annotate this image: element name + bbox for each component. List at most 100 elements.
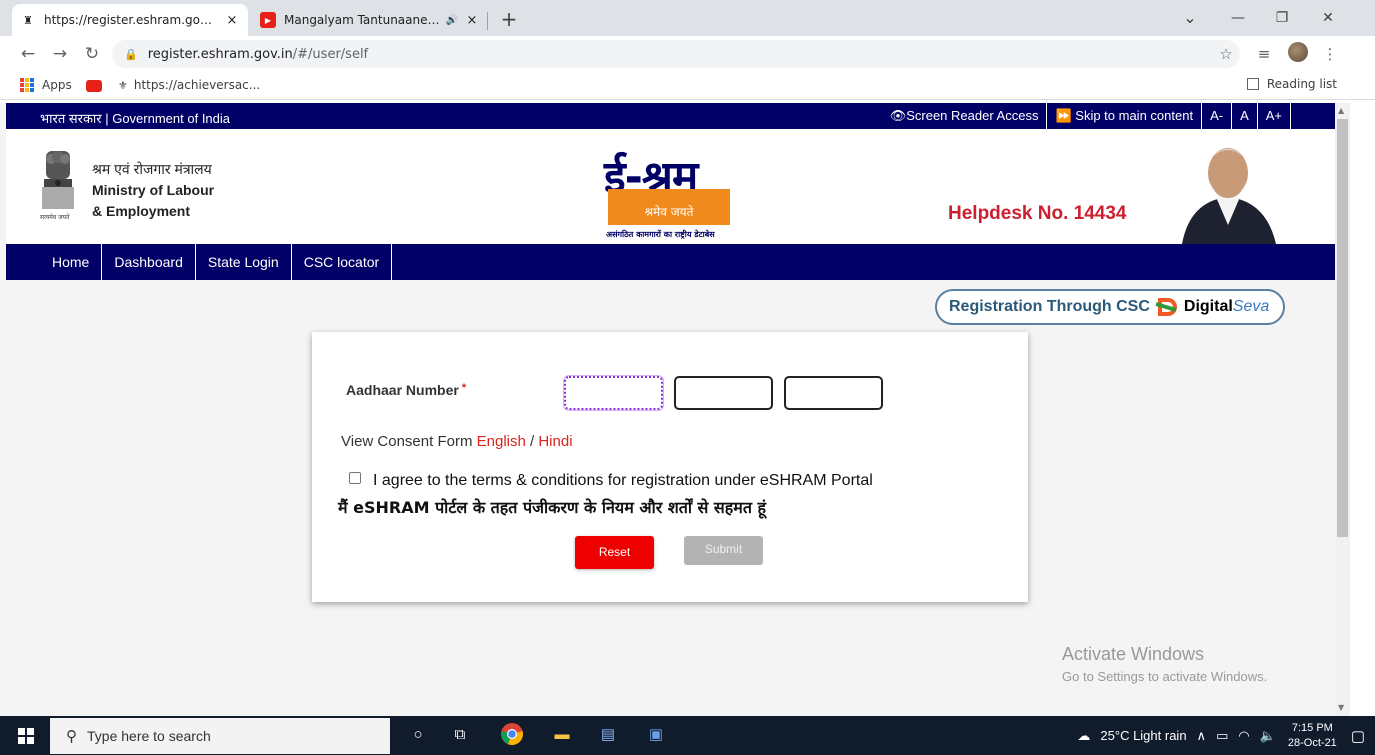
bookmark-label: https://achieversac... (133, 78, 261, 92)
nav-csc-locator[interactable]: CSC locator (292, 244, 393, 280)
bookmark-achievers[interactable]: ⚜ https://achieversac... (118, 78, 260, 92)
volume-icon[interactable]: 🔈 (1260, 728, 1276, 744)
tab-divider (487, 12, 488, 30)
network-icon[interactable]: ▭ (1216, 728, 1228, 744)
close-window-button[interactable]: ✕ (1308, 4, 1348, 32)
tab-youtube[interactable]: ▶ Mangalyam Tantunaanena | 🔊 × (252, 4, 488, 36)
consent-separator: / (530, 433, 535, 450)
gov-of-india-label: भारत सरकार | Government of India (40, 111, 231, 126)
restore-button[interactable]: ❐ (1262, 4, 1302, 32)
pm-portrait-image (1164, 139, 1292, 244)
scroll-up-icon[interactable]: ▲ (1338, 106, 1344, 115)
audio-playing-icon[interactable]: 🔊 (446, 15, 458, 26)
csc-registration-button[interactable]: Registration Through CSC Digital Seva (935, 289, 1285, 325)
scroll-down-icon[interactable]: ▼ (1338, 703, 1344, 712)
address-bar[interactable]: 🔒 register.eshram.gov.in/#/user/self (112, 40, 1240, 68)
tab-close-icon[interactable]: × (464, 13, 480, 28)
tab-title: Mangalyam Tantunaanena | (284, 13, 442, 27)
minimize-button[interactable]: — (1218, 4, 1258, 32)
bookmark-youtube[interactable] (86, 80, 102, 92)
chrome-taskbar-icon[interactable] (500, 722, 524, 746)
wifi-icon[interactable]: ◠ (1238, 728, 1249, 744)
taskbar-search-box[interactable]: ⚲ Type here to search (50, 718, 390, 754)
logo-subtitle: असंगठित कामगारों का राष्ट्रीय डेटाबेस (606, 230, 715, 239)
gov-topbar: भारत सरकार | Government of India 👁Screen… (6, 103, 1335, 129)
registration-form-card: Aadhaar Number * View Consent Form Englis… (312, 332, 1028, 602)
aadhaar-label: Aadhaar Number * (346, 382, 466, 398)
tray-expand-icon[interactable]: ∧ (1197, 728, 1207, 744)
font-normal-button[interactable]: A (1231, 103, 1257, 129)
tab-search-icon[interactable]: ⌄ (1170, 4, 1210, 32)
reload-icon[interactable]: ↻ (80, 42, 104, 66)
url-path: /#/user/self (292, 46, 369, 62)
file-explorer-icon[interactable]: ▬ (550, 723, 574, 747)
windows-start-icon[interactable] (18, 728, 34, 744)
aadhaar-input-2[interactable] (674, 376, 773, 410)
reading-list-button[interactable]: Reading list (1246, 77, 1337, 91)
aadhaar-input-3[interactable] (784, 376, 883, 410)
emblem-motto: सत्यमेव जयते (40, 213, 70, 221)
font-increase-button[interactable]: A+ (1256, 103, 1291, 129)
taskbar-search-placeholder: Type here to search (87, 728, 211, 744)
consent-english-link[interactable]: English (477, 433, 526, 450)
media-queue-icon[interactable]: ≡ (1254, 44, 1274, 64)
bookmark-star-icon[interactable]: ☆ (1216, 44, 1236, 64)
font-decrease-button[interactable]: A- (1201, 103, 1231, 129)
cortana-icon[interactable]: ○ (406, 723, 430, 747)
page-scrollbar[interactable]: ▲ ▼ (1335, 103, 1350, 716)
ministry-name-hindi: श्रम एवं रोजगार मंत्रालय (92, 161, 212, 177)
aadhaar-input-1[interactable] (564, 376, 663, 410)
forward-arrow-icon[interactable]: → (48, 42, 72, 66)
page-viewport: भारत सरकार | Government of India 👁Screen… (0, 103, 1350, 716)
notifications-icon[interactable]: ▢ (1351, 727, 1365, 745)
youtube-favicon-icon: ▶ (260, 12, 276, 28)
terms-checkbox[interactable] (349, 472, 361, 484)
url-host: register.eshram.gov.in (147, 46, 293, 62)
helpdesk-number: Helpdesk No. 14434 (948, 203, 1127, 224)
nav-dashboard[interactable]: Dashboard (102, 244, 196, 280)
bookmark-apps[interactable]: Apps (20, 78, 72, 92)
bookmark-label: Apps (42, 78, 72, 92)
browser-toolbar: ← → ↻ 🔒 register.eshram.gov.in/#/user/se… (0, 36, 1375, 72)
terms-agreement: I agree to the terms & conditions for re… (349, 472, 873, 490)
reading-list-label: Reading list (1266, 77, 1337, 91)
emblem-favicon-icon: ♜ (23, 13, 33, 27)
eshram-logo[interactable]: ई-श्रम श्रमेव जयते असंगठित कामगारों का र… (602, 145, 738, 245)
tab-close-icon[interactable]: × (224, 13, 240, 28)
accessibility-links: 👁Screen Reader Access ⏩ Skip to main con… (882, 103, 1291, 129)
weather-icon[interactable]: ☁ (1077, 728, 1090, 744)
nav-home[interactable]: Home (40, 244, 103, 280)
profile-avatar[interactable] (1288, 42, 1308, 62)
ministry-name-en-line2: & Employment (92, 203, 191, 219)
bookmarks-bar: Apps ⚜ https://achieversac... Reading li… (0, 72, 1375, 100)
tab-eshram[interactable]: ♜ https://register.eshram.gov.in/#/ × (12, 4, 248, 36)
national-emblem-icon: सत्यमेव जयते (40, 151, 74, 221)
aadhaar-label-text: Aadhaar Number (346, 382, 459, 398)
logo-tagline: श्रमेव जयते (608, 189, 730, 225)
menu-kebab-icon[interactable]: ⋮ (1320, 44, 1340, 64)
system-clock[interactable]: 7:15 PM 28-Oct-21 (1288, 721, 1337, 751)
new-tab-button[interactable]: + (495, 6, 523, 34)
app-icon[interactable]: ▤ (596, 723, 620, 747)
back-arrow-icon[interactable]: ← (16, 42, 40, 66)
word-app-icon[interactable]: ▣ (644, 723, 668, 747)
scrollbar-thumb[interactable] (1337, 119, 1348, 537)
skip-to-content-link[interactable]: ⏩ Skip to main content (1046, 103, 1201, 129)
required-asterisk: * (461, 382, 467, 394)
clock-time: 7:15 PM (1291, 721, 1333, 734)
digital-label: Digital (1183, 298, 1233, 315)
seva-label: Seva (1232, 298, 1270, 315)
system-tray: ☁ 25°C Light rain ∧ ▭ ◠ 🔈 7:15 PM 28-Oct… (1067, 716, 1365, 755)
weather-label[interactable]: 25°C Light rain (1100, 728, 1186, 743)
clock-date: 28-Oct-21 (1287, 736, 1337, 749)
submit-button[interactable]: Submit (684, 536, 763, 565)
nav-state-login[interactable]: State Login (196, 244, 292, 280)
task-view-icon[interactable]: ⧉ (448, 723, 472, 747)
screen-reader-link[interactable]: 👁Screen Reader Access (882, 103, 1047, 129)
reset-button[interactable]: Reset (575, 536, 654, 569)
achievers-favicon-icon: ⚜ (118, 78, 128, 92)
consent-hindi-link[interactable]: Hindi (538, 433, 572, 450)
watermark-title: Activate Windows (1062, 644, 1205, 664)
ministry-name: श्रम एवं रोजगार मंत्रालय Ministry of Lab… (92, 159, 214, 222)
reading-list-icon (1246, 78, 1259, 90)
